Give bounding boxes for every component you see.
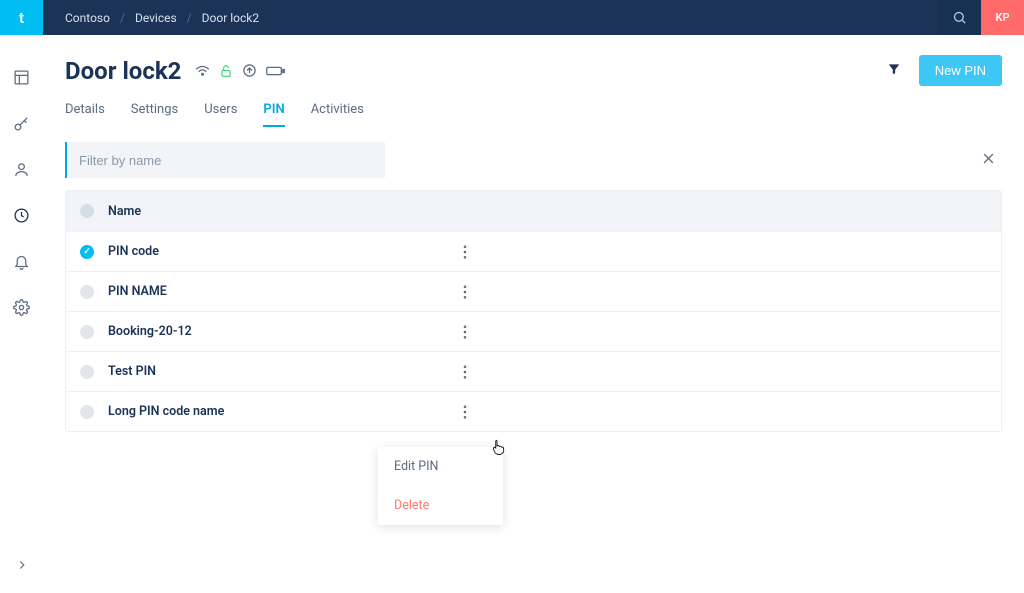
filter-row [65,142,1002,178]
row-more-button[interactable] [457,361,473,383]
row-name: Long PIN code name [108,404,443,419]
lock-open-icon [219,64,233,78]
clock-icon [13,207,30,224]
close-filter-button[interactable] [975,147,1002,174]
rail-expand[interactable] [12,555,32,575]
dots-vertical-icon [463,405,467,419]
search-icon [952,10,967,25]
tab-users[interactable]: Users [204,96,237,127]
key-icon [13,115,30,132]
gear-icon [13,299,30,316]
row-name: PIN code [108,244,443,259]
table-header: Name [66,191,1001,231]
breadcrumb-item-0[interactable]: Contoso [65,11,110,25]
rail-devices[interactable] [12,205,32,225]
breadcrumb-separator: / [187,11,192,25]
top-bar: t Contoso / Devices / Door lock2 KP [0,0,1024,35]
row-checkbox[interactable] [80,405,94,419]
tabs: Details Settings Users PIN Activities [65,96,1002,128]
rail-dashboard[interactable] [12,67,32,87]
page-title: Door lock2 [65,57,181,85]
avatar[interactable]: KP [981,0,1024,35]
battery-icon [266,65,285,77]
breadcrumb-item-2[interactable]: Door lock2 [202,11,259,25]
table-row[interactable]: Booking-20-12 [66,311,1001,351]
context-menu-delete[interactable]: Delete [378,486,503,525]
rail-settings[interactable] [12,297,32,317]
table-row[interactable]: Long PIN code name [66,391,1001,431]
context-menu: Edit PIN Delete [378,447,503,525]
row-more-button[interactable] [457,241,473,263]
rail-users[interactable] [12,159,32,179]
rail-keys[interactable] [12,113,32,133]
column-name: Name [108,204,141,219]
breadcrumb: Contoso / Devices / Door lock2 [43,11,938,25]
row-checkbox[interactable] [80,245,94,259]
bell-icon [13,253,30,270]
close-icon [981,151,996,166]
row-checkbox[interactable] [80,325,94,339]
row-name: PIN NAME [108,284,443,299]
table-row[interactable]: PIN code [66,231,1001,271]
wifi-icon [195,64,210,77]
row-more-button[interactable] [457,321,473,343]
table-row[interactable]: PIN NAME [66,271,1001,311]
title-actions: New PIN [887,55,1002,86]
table-row[interactable]: Test PIN [66,351,1001,391]
row-checkbox[interactable] [80,365,94,379]
avatar-initials: KP [996,11,1010,24]
dots-vertical-icon [463,365,467,379]
filter-toggle[interactable] [887,61,901,80]
row-checkbox[interactable] [80,285,94,299]
app-logo[interactable]: t [0,0,43,35]
title-row: Door lock2 New PIN [65,55,1002,86]
row-name: Booking-20-12 [108,324,443,339]
dashboard-icon [13,69,30,86]
tab-details[interactable]: Details [65,96,105,127]
dots-vertical-icon [463,285,467,299]
chevron-right-icon [15,558,29,572]
content: Door lock2 New PIN Details Settings User… [43,35,1024,593]
new-pin-button[interactable]: New PIN [919,55,1002,86]
funnel-icon [887,62,901,76]
filter-input[interactable] [65,142,385,178]
main-wrap: Door lock2 New PIN Details Settings User… [0,35,1024,593]
row-more-button[interactable] [457,281,473,303]
breadcrumb-item-1[interactable]: Devices [135,11,177,25]
breadcrumb-separator: / [120,11,125,25]
select-all-checkbox[interactable] [80,204,94,218]
user-icon [13,161,30,178]
tab-activities[interactable]: Activities [311,96,364,127]
arrow-up-circle-icon [242,63,257,78]
tab-settings[interactable]: Settings [131,96,178,127]
rail-notifications[interactable] [12,251,32,271]
status-icons [195,63,285,78]
row-name: Test PIN [108,364,443,379]
side-rail [0,35,43,593]
tab-pin[interactable]: PIN [263,96,284,127]
app-logo-letter: t [19,9,24,27]
pin-table: Name PIN code PIN NAME Booking-20-12 [65,190,1002,432]
context-menu-edit[interactable]: Edit PIN [378,447,503,486]
dots-vertical-icon [463,325,467,339]
search-button[interactable] [938,0,981,35]
dots-vertical-icon [463,245,467,259]
row-more-button[interactable] [457,401,473,423]
